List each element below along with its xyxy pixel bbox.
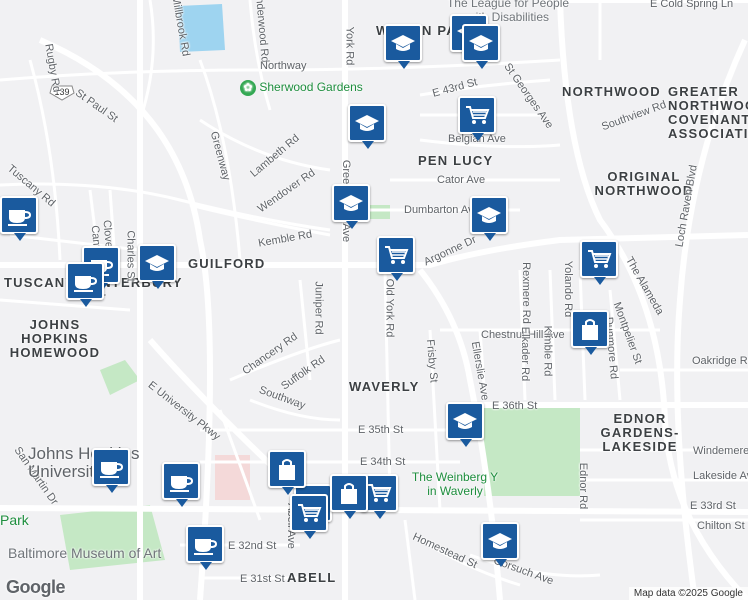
map-marker-school[interactable] [138, 244, 176, 289]
street-label: Chilton St [697, 520, 745, 532]
map-marker-cart[interactable] [290, 494, 328, 539]
map-marker-school[interactable] [481, 522, 519, 567]
street-label: E 34th St [360, 456, 406, 468]
street-label: E 36th St [492, 400, 538, 412]
poi-label: Sherwood Gardens [259, 80, 363, 95]
map-marker-cafe[interactable] [186, 525, 224, 570]
map-marker-cart[interactable] [580, 240, 618, 285]
map-marker-cart[interactable] [377, 236, 415, 281]
map-marker-bag[interactable] [330, 474, 368, 519]
street-label: Cator Ave [437, 174, 486, 186]
google-logo: Google [6, 577, 66, 597]
street-label: Yolando Rd [562, 260, 575, 318]
street-label: York Rd [343, 26, 356, 66]
hood-label: ABELL [287, 570, 337, 585]
poi-park: Park [0, 512, 29, 528]
street-label: Lakeside Ave [693, 470, 748, 482]
street-label: Charles St [124, 230, 137, 282]
street-label: E 32nd St [228, 540, 277, 552]
map-marker-school[interactable] [470, 196, 508, 241]
street-label: Old York Rd [383, 278, 396, 338]
poi-museum-of-art[interactable]: Baltimore Museum of Art [8, 545, 161, 561]
poi-sherwood-gardens[interactable]: ✿ Sherwood Gardens [240, 80, 363, 96]
street-label: E Cold Spring Ln [650, 0, 734, 10]
hood-label: EDNOR GARDENS-LAKESIDE [600, 411, 680, 454]
map-marker-cafe[interactable] [162, 462, 200, 507]
map-marker-school[interactable] [462, 24, 500, 69]
map-marker-cafe[interactable] [0, 196, 38, 241]
poi-weinberg-y[interactable]: The Weinberg Y in Waverly [410, 470, 500, 498]
street-label: E 35th St [358, 424, 404, 436]
map-marker-bag[interactable] [571, 310, 609, 355]
street-label: E 33rd St [690, 500, 736, 512]
map-marker-school[interactable] [332, 184, 370, 229]
street-label: Kimble Rd [541, 325, 554, 377]
street-label: Northway [260, 60, 307, 72]
map-marker-cafe[interactable] [92, 448, 130, 493]
street-label: Rexmere Rd [519, 262, 532, 324]
map-marker-cart[interactable] [458, 96, 496, 141]
street-label: Dumbarton Ave [404, 204, 480, 216]
park-icon: ✿ [240, 80, 256, 96]
street-label: Juniper Rd [312, 281, 325, 335]
map-marker-school[interactable] [384, 24, 422, 69]
street-label: Oakridge Rd [692, 355, 748, 367]
street-label: Elkader Rd [519, 326, 532, 382]
hood-label: ORIGINAL NORTHWOOD [594, 169, 694, 198]
hood-label: JOHNS HOPKINS HOMEWOOD [9, 317, 101, 360]
map-marker-bag[interactable] [268, 450, 306, 495]
hood-label: GREATER NORTHWOOD COVENANT ASSOCIATION [668, 84, 748, 141]
map-attribution[interactable]: Map data ©2025 Google [628, 587, 748, 600]
hood-label: PEN LUCY [418, 153, 494, 168]
map-marker-cafe[interactable] [66, 262, 104, 307]
hood-label: WAVERLY [349, 379, 420, 394]
map-marker-school[interactable] [446, 402, 484, 447]
hood-label: GUILFORD [188, 256, 266, 271]
map-marker-school[interactable] [348, 104, 386, 149]
park-area [100, 360, 140, 395]
street-label: Ednor Rd [577, 462, 590, 510]
hood-label: NORTHWOOD [562, 84, 661, 99]
street-label: E 31st St [240, 573, 285, 585]
street-label: Windemere Ave [693, 445, 748, 457]
